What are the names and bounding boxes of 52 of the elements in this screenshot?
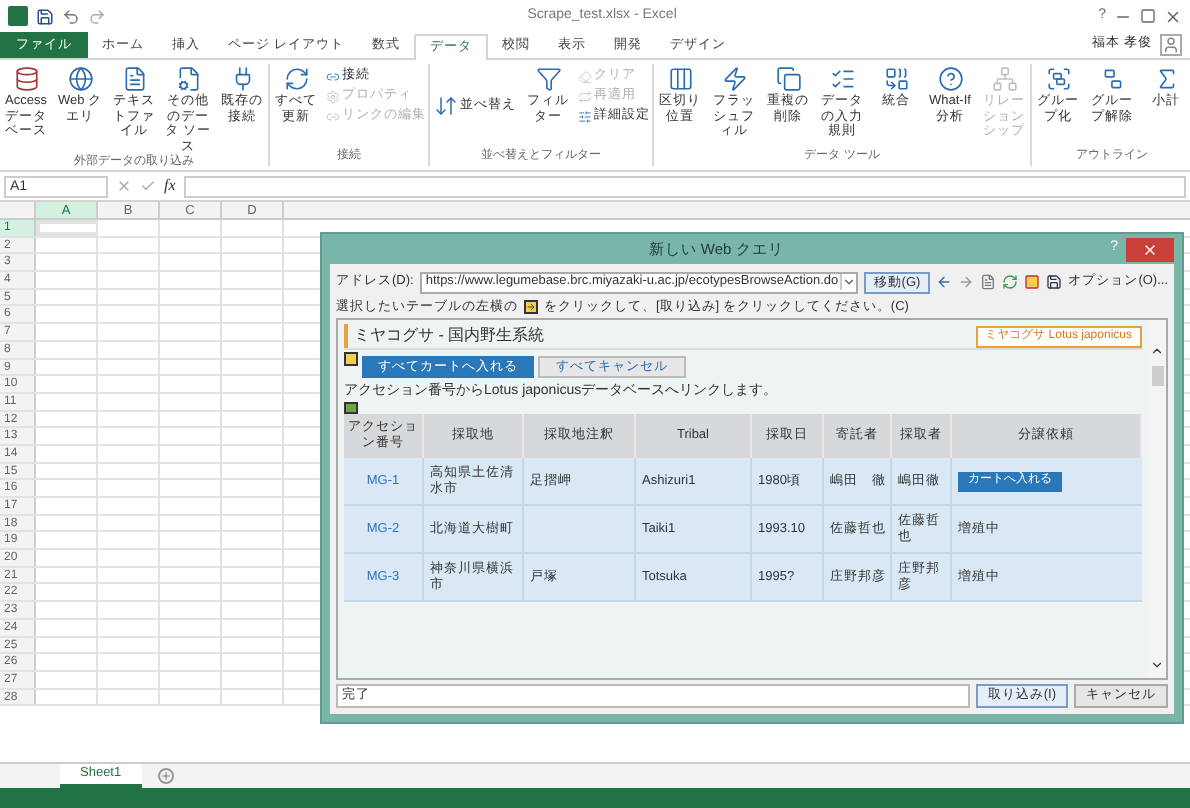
scroll-down-icon[interactable] bbox=[1150, 658, 1164, 672]
formula-field[interactable] bbox=[183, 175, 1186, 197]
close-icon bbox=[1142, 241, 1158, 257]
avatar-icon bbox=[1160, 34, 1182, 56]
selected-cell[interactable] bbox=[36, 220, 98, 236]
close-button[interactable] bbox=[1126, 237, 1174, 261]
refresh-icon bbox=[283, 66, 309, 92]
forward-icon[interactable] bbox=[958, 274, 975, 290]
table-select-icon bbox=[344, 352, 358, 366]
link-icon bbox=[326, 109, 340, 123]
sliders-icon bbox=[578, 109, 592, 123]
arrow-marker-icon bbox=[524, 300, 538, 314]
database-icon bbox=[13, 66, 39, 92]
document-icon bbox=[121, 66, 147, 92]
undo-icon[interactable] bbox=[62, 7, 80, 25]
settings-icon bbox=[326, 89, 340, 103]
group-icon bbox=[1045, 66, 1071, 92]
insert-function-button[interactable]: fx bbox=[164, 174, 176, 198]
add-sheet-icon[interactable] bbox=[157, 768, 174, 784]
lightning-icon bbox=[721, 66, 747, 92]
combine-icon bbox=[883, 66, 909, 92]
table-select-icon bbox=[344, 402, 358, 414]
eraser-icon bbox=[578, 69, 592, 83]
scrollbar[interactable] bbox=[1148, 320, 1166, 678]
document-icon[interactable] bbox=[980, 274, 997, 290]
network-icon bbox=[991, 66, 1017, 92]
excel-logo-icon bbox=[8, 6, 28, 26]
filter-icon bbox=[535, 66, 561, 92]
dropdown-icon bbox=[839, 274, 856, 290]
cancel-icon[interactable] bbox=[116, 178, 132, 194]
link-icon bbox=[326, 69, 340, 83]
help-icon bbox=[937, 66, 963, 92]
save-icon[interactable] bbox=[1046, 274, 1063, 290]
columns-icon bbox=[667, 66, 693, 92]
sort-icon bbox=[434, 94, 458, 118]
refresh-icon[interactable] bbox=[1002, 274, 1019, 290]
back-icon[interactable] bbox=[936, 274, 953, 290]
save-icon[interactable] bbox=[36, 7, 54, 25]
ungroup-icon bbox=[1099, 66, 1125, 92]
copy-icon bbox=[775, 66, 801, 92]
maximize-icon[interactable] bbox=[1140, 8, 1156, 24]
repeat-icon bbox=[578, 89, 592, 103]
page-heading: ミヤコグサ - 国内野生系統 bbox=[344, 324, 545, 348]
redo-icon[interactable] bbox=[88, 7, 106, 25]
scroll-up-icon[interactable] bbox=[1150, 344, 1164, 358]
document-icon bbox=[175, 66, 201, 92]
check-icon[interactable] bbox=[140, 178, 156, 194]
select-icon[interactable] bbox=[1024, 274, 1041, 290]
scroll-thumb[interactable] bbox=[1151, 366, 1163, 386]
globe-icon bbox=[67, 66, 93, 92]
checklist-icon bbox=[829, 66, 855, 92]
close-icon[interactable] bbox=[1164, 7, 1182, 25]
